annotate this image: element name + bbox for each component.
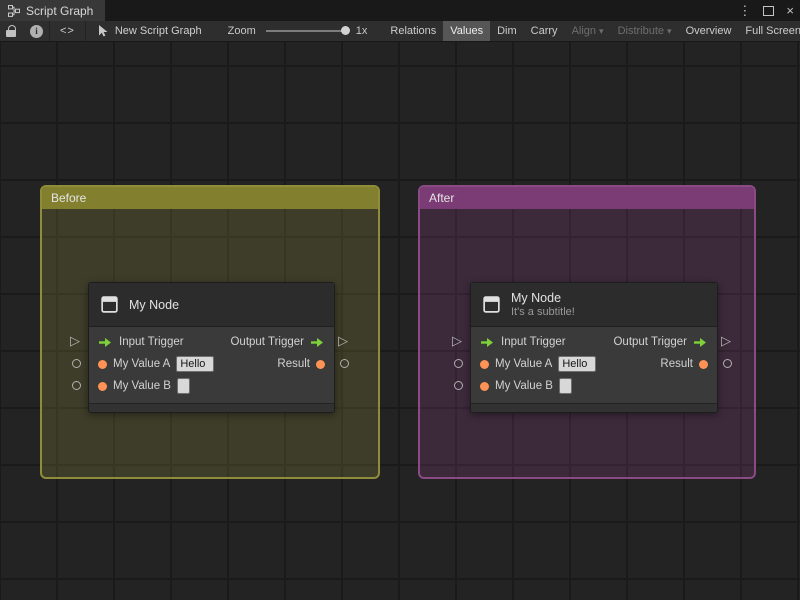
output-trigger-label: Output Trigger: [613, 336, 687, 348]
node-footer: [471, 403, 717, 412]
tab-title: Script Graph: [26, 3, 94, 18]
fullscreen-button[interactable]: Full Screen: [738, 21, 800, 41]
input-trigger-label: Input Trigger: [501, 336, 566, 348]
value-b-label: My Value B: [495, 380, 553, 392]
value-port-icon[interactable]: [480, 381, 489, 391]
input-trigger-label: Input Trigger: [119, 336, 184, 348]
zoom-value: 1x: [355, 25, 368, 37]
zoom-label: Zoom: [227, 25, 256, 37]
value-b-input[interactable]: [176, 378, 190, 394]
dim-label: Dim: [497, 25, 517, 37]
dim-button[interactable]: Dim: [490, 21, 524, 41]
group-after-title: After: [429, 191, 455, 205]
outer-input-trigger-port[interactable]: ▷: [452, 334, 462, 348]
outer-value-b-port[interactable]: [72, 381, 81, 390]
toolbar-toggle-group: Relations Values Dim Carry Align ▾ Distr…: [383, 21, 800, 41]
trigger-arrow-icon[interactable]: [310, 337, 325, 348]
group-before-header[interactable]: Before: [42, 187, 378, 209]
node-before-header[interactable]: My Node: [89, 283, 334, 327]
value-a-label: My Value A: [113, 358, 171, 370]
titlebar: Script Graph ⋮ ×: [0, 0, 800, 21]
output-trigger-label: Output Trigger: [230, 336, 304, 348]
close-icon[interactable]: ×: [786, 3, 794, 18]
tab-script-graph[interactable]: Script Graph: [0, 0, 106, 21]
value-port-icon[interactable]: [98, 359, 107, 369]
outer-output-trigger-port[interactable]: ▷: [721, 334, 731, 348]
value-b-input[interactable]: [558, 378, 572, 394]
outer-input-trigger-port[interactable]: ▷: [70, 334, 80, 348]
result-label: Result: [277, 358, 310, 370]
outer-result-port[interactable]: [723, 359, 732, 368]
toolbar: i <> New Script Graph Zoom 1x Relations …: [0, 21, 800, 42]
group-before-title: Before: [51, 191, 87, 205]
lock-icon[interactable]: [6, 24, 18, 38]
values-label: Values: [450, 25, 484, 37]
edit-source-icon[interactable]: <>: [60, 25, 75, 37]
value-b-label: My Value B: [113, 380, 171, 392]
value-a-input[interactable]: [558, 356, 597, 372]
unity-script-graph-window: Script Graph ⋮ × i <> New Script Graph Z…: [0, 0, 800, 600]
toolbar-separator: [49, 21, 50, 41]
chevron-down-icon: ▾: [599, 25, 604, 36]
relations-label: Relations: [390, 25, 437, 37]
group-after-header[interactable]: After: [420, 187, 754, 209]
value-port-icon[interactable]: [98, 381, 107, 391]
distribute-dropdown[interactable]: Distribute ▾: [611, 21, 679, 41]
align-label: Align: [571, 25, 597, 37]
float-window-icon[interactable]: [763, 5, 775, 16]
script-graph-icon: [8, 4, 20, 17]
node-icon: [101, 296, 118, 313]
node-after[interactable]: My Node It's a subtitle! Input Trigger O…: [470, 282, 718, 413]
relations-button[interactable]: Relations: [383, 21, 443, 41]
value-port-icon[interactable]: [699, 359, 708, 369]
values-button[interactable]: Values: [443, 21, 491, 41]
outer-output-trigger-port[interactable]: ▷: [338, 334, 348, 348]
trigger-arrow-icon[interactable]: [98, 337, 113, 348]
fullscreen-label: Full Screen: [745, 25, 800, 37]
trigger-arrow-icon[interactable]: [480, 337, 495, 348]
value-port-icon[interactable]: [316, 359, 325, 369]
info-icon[interactable]: i: [30, 24, 43, 38]
toolbar-separator: [84, 21, 86, 41]
node-subtitle: It's a subtitle!: [511, 306, 575, 318]
outer-value-b-port[interactable]: [454, 381, 463, 390]
zoom-slider[interactable]: [265, 26, 350, 35]
node-footer: [89, 403, 334, 412]
outer-value-a-port[interactable]: [454, 359, 463, 368]
node-icon: [483, 296, 500, 313]
chevron-down-icon: ▾: [667, 25, 672, 36]
zoom-slider-handle[interactable]: [340, 26, 350, 35]
carry-button[interactable]: Carry: [524, 21, 565, 41]
window-menu-icon[interactable]: ⋮: [738, 3, 751, 19]
node-title: My Node: [129, 297, 180, 312]
pointer-icon: [98, 25, 108, 37]
node-title: My Node: [511, 291, 562, 305]
carry-label: Carry: [530, 25, 558, 37]
result-label: Result: [660, 358, 693, 370]
trigger-arrow-icon[interactable]: [693, 337, 708, 348]
node-before[interactable]: My Node Input Trigger Output Trigger My: [88, 282, 335, 413]
outer-result-port[interactable]: [340, 359, 349, 368]
value-a-label: My Value A: [495, 358, 553, 370]
new-script-graph-button[interactable]: New Script Graph: [98, 25, 202, 37]
new-script-graph-label: New Script Graph: [114, 25, 202, 37]
node-after-header[interactable]: My Node It's a subtitle!: [471, 283, 717, 327]
align-dropdown[interactable]: Align ▾: [565, 21, 611, 41]
overview-button[interactable]: Overview: [679, 21, 739, 41]
value-a-input[interactable]: [176, 356, 215, 372]
outer-value-a-port[interactable]: [72, 359, 81, 368]
overview-label: Overview: [685, 25, 732, 37]
value-port-icon[interactable]: [480, 359, 489, 369]
distribute-label: Distribute: [617, 25, 665, 37]
